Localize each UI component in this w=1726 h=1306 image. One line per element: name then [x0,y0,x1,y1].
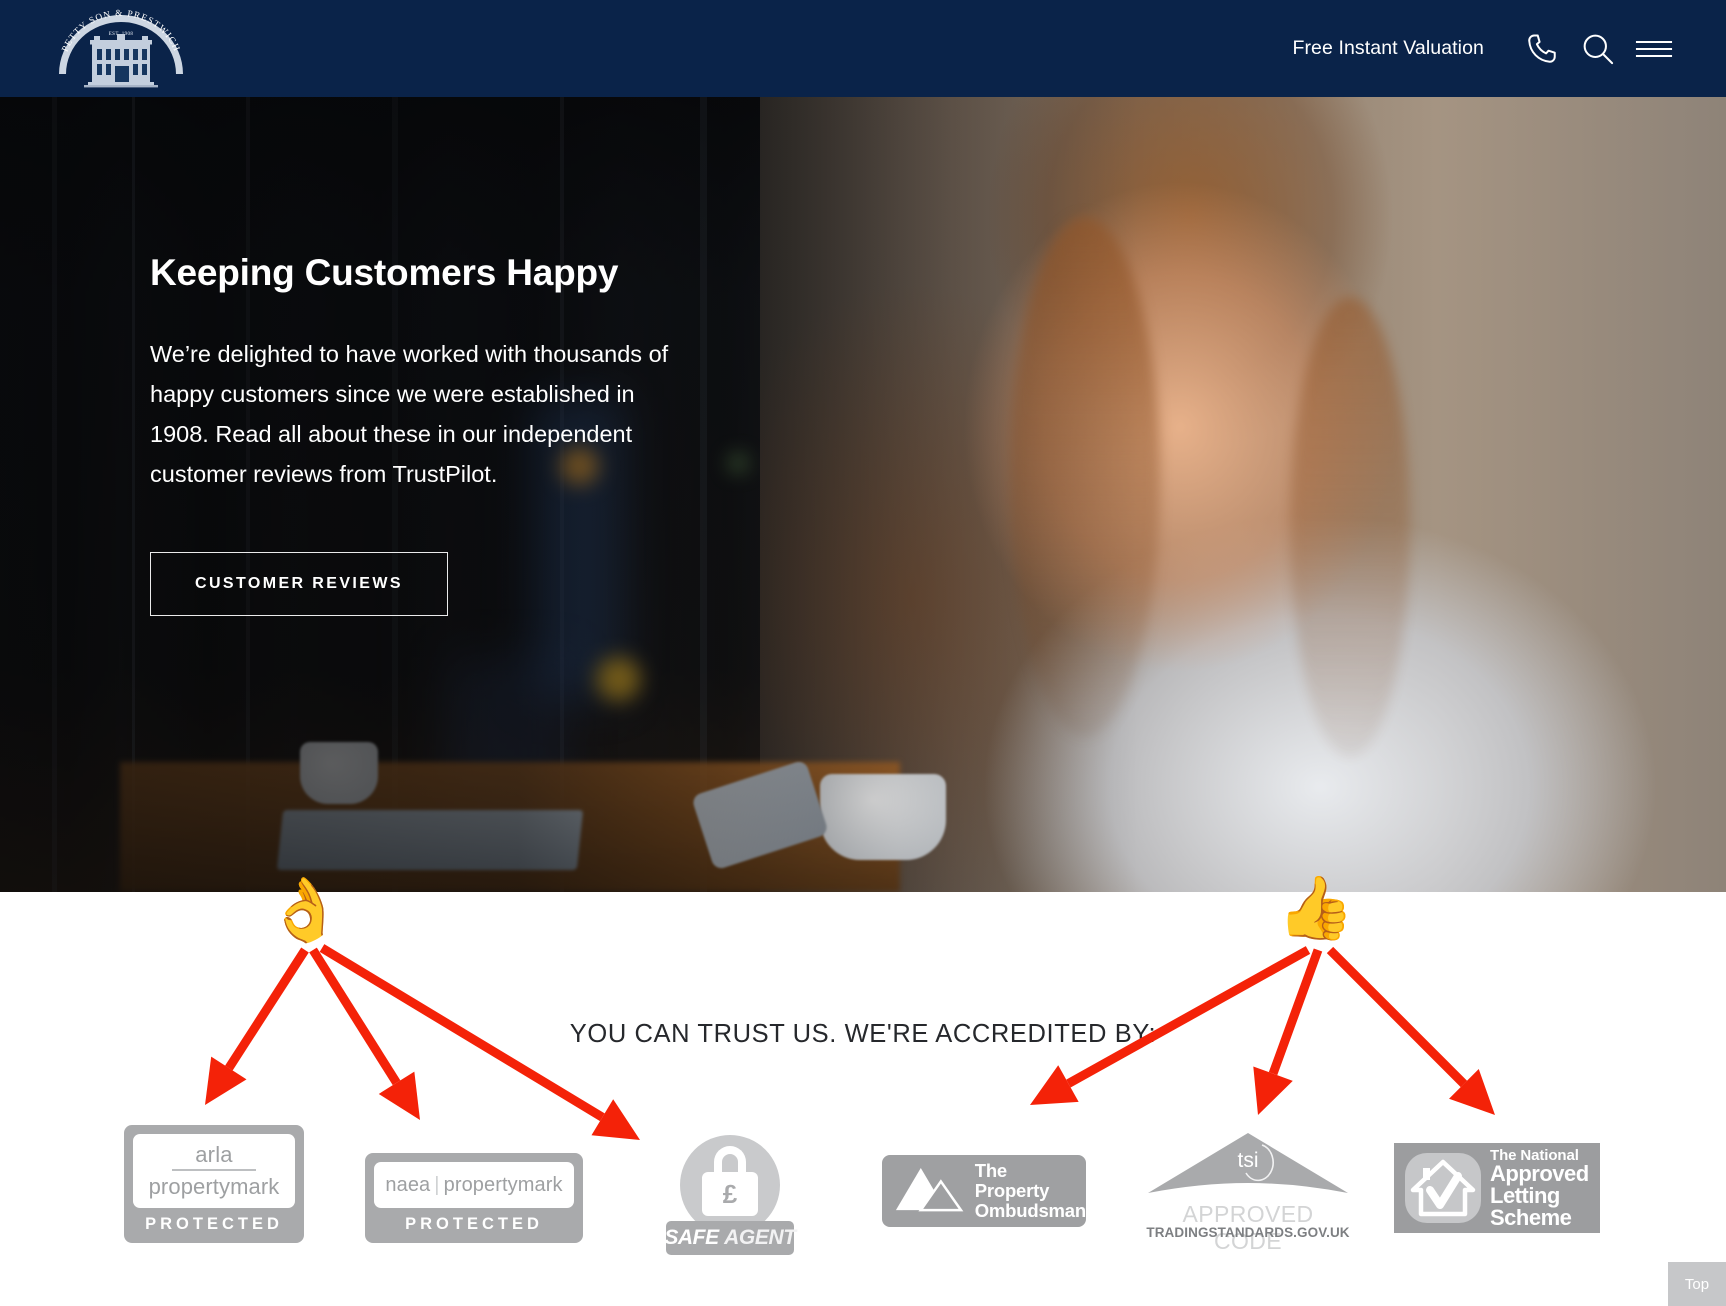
scroll-to-top-button[interactable]: Top [1668,1262,1726,1306]
padlock-icon: £ [702,1146,758,1216]
ombudsman-line2: Ombudsman [974,1200,1086,1221]
accreditation-section: YOU CAN TRUST US. WE'RE ACCREDITED BY: a… [0,892,1726,1306]
badge-property-ombudsman[interactable]: The Property Ombudsman [882,1155,1086,1227]
tsi-chevron-icon: tsi [1148,1133,1348,1193]
site-logo[interactable]: PETTY SON & PRESTWICH EST. 1908 [52,4,190,90]
pound-symbol: £ [702,1172,758,1216]
naea-word: naea [385,1173,431,1196]
badge-safe-agent[interactable]: £ SAFE AGENT [664,1135,796,1255]
badge-arla-propertymark[interactable]: arla propertymark PROTECTED [124,1125,304,1243]
tsi-trading-standards-label: TRADINGSTANDARDS.GOV.UK [1146,1225,1350,1240]
arla-protected-label: PROTECTED [145,1215,283,1233]
naea-protected-label: PROTECTED [405,1215,543,1233]
house-check-icon [1405,1153,1481,1223]
tsi-mark-text: tsi [1238,1149,1259,1172]
customer-reviews-button[interactable]: CUSTOMER REVIEWS [150,552,448,616]
nals-line3: Letting [1490,1182,1560,1208]
header-actions: Free Instant Valuation [1292,0,1682,97]
arla-line1: arla [195,1142,233,1168]
page-root: PETTY SON & PRESTWICH EST. 1908 Free Ins… [0,0,1726,1306]
badge-tsi-approved-code[interactable]: tsi APPROVED CODE TRADINGSTANDARDS.GOV.U… [1146,1131,1350,1254]
nals-line4: Scheme [1490,1204,1572,1230]
badge-national-approved-letting-scheme[interactable]: The National Approved Letting Scheme [1394,1143,1600,1233]
safe-agent-label: SAFE AGENT [664,1221,796,1255]
accreditation-badges-row: arla propertymark PROTECTED naea | propert… [0,1125,1726,1255]
naea-line: naea | propertymark [385,1174,562,1197]
search-icon[interactable] [1570,21,1626,77]
arla-line2: propertymark [148,1173,280,1199]
badge-naea-propertymark[interactable]: naea | propertymark PROTECTED [365,1153,583,1243]
free-instant-valuation-link[interactable]: Free Instant Valuation [1292,37,1484,60]
safe-word: SAFE [664,1226,719,1249]
hero-title: Keeping Customers Happy [150,252,619,293]
hero-description: We’re delighted to have worked with thou… [150,341,669,487]
arla-divider [172,1169,256,1171]
ombudsman-line1: The Property [974,1160,1050,1201]
hero-section: Keeping Customers Happy We’re delighted … [0,97,1726,892]
logo-graphic: PETTY SON & PRESTWICH EST. 1908 [59,9,183,88]
naea-separator: | [434,1173,440,1196]
site-header: PETTY SON & PRESTWICH EST. 1908 Free Ins… [0,0,1726,97]
agent-word: AGENT [724,1226,796,1249]
nals-line2: Approved [1490,1160,1589,1186]
hero-content: Keeping Customers Happy We’re delighted … [150,252,690,616]
naea-propertymark-word: propertymark [443,1173,563,1196]
hamburger-menu-icon[interactable] [1626,21,1682,77]
accreditation-heading: YOU CAN TRUST US. WE'RE ACCREDITED BY: [569,1020,1157,1048]
ombudsman-triangles-icon [895,1168,964,1212]
phone-icon[interactable] [1514,21,1570,77]
safe-agent-circle: £ [680,1135,780,1235]
